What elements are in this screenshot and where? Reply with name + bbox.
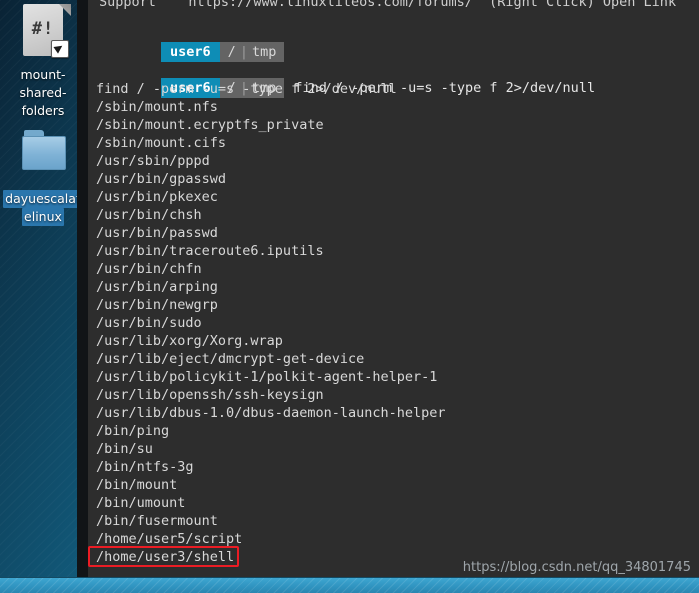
terminal-support-banner: Support https://www.linuxliteos.com/foru… (99, 0, 677, 10)
output-line: /usr/lib/openssh/ssh-keysign (96, 387, 324, 403)
output-line: /bin/ntfs-3g (96, 459, 194, 475)
desktop-icon-label-line1: dayuescalat (3, 190, 83, 208)
shell-prompt-3[interactable]: user6/|tmp (96, 562, 304, 578)
output-line: /sbin/mount.ecryptfs_private (96, 117, 324, 133)
output-line: /usr/bin/sudo (96, 315, 202, 331)
output-line: /usr/sbin/pppd (96, 153, 210, 169)
script-file-icon: #! (15, 4, 71, 62)
taskbar[interactable] (0, 577, 699, 593)
desktop-icon-dayuescalatelinux[interactable]: dayuescalat elinux (0, 128, 86, 226)
shortcut-arrow-icon (51, 40, 69, 58)
output-line: /usr/lib/xorg/Xorg.wrap (96, 333, 283, 349)
shell-prompt-2: user6/| tmp find / -perm -u=s -type f 2>/d… (96, 58, 595, 98)
echoed-command-line: find / -perm -u=s -type f 2>/dev/null (96, 81, 397, 97)
output-line: /bin/umount (96, 495, 186, 511)
output-line: /usr/bin/chsh (96, 207, 202, 223)
desktop-icon-label-line3: folders (21, 103, 65, 118)
desktop-icon-label-line1: mount- (20, 67, 66, 82)
output-line: /bin/mount (96, 477, 178, 493)
desktop-icon-label-line2: shared- (19, 85, 67, 100)
output-line: /usr/bin/traceroute6.iputils (96, 243, 324, 259)
output-line: /bin/ping (96, 423, 170, 439)
output-line: /usr/bin/newgrp (96, 297, 218, 313)
output-line: /usr/bin/pkexec (96, 189, 218, 205)
terminal-text-area[interactable]: Support https://www.linuxliteos.com/foru… (88, 0, 699, 578)
terminal-window[interactable]: Support https://www.linuxliteos.com/foru… (77, 0, 699, 578)
shell-prompt-1: user6/| tmp (96, 22, 285, 62)
output-line: /bin/fusermount (96, 513, 218, 529)
output-line: /usr/lib/policykit-1/polkit-agent-helper… (96, 369, 438, 385)
output-line: /sbin/mount.nfs (96, 99, 218, 115)
desktop-icon-label-line2: elinux (22, 208, 64, 226)
output-line: /bin/su (96, 441, 153, 457)
watermark-text: https://blog.csdn.net/qq_34801745 (462, 560, 691, 575)
output-line: /usr/bin/chfn (96, 261, 202, 277)
screen: #! mount- shared- folders dayuescalat el… (0, 0, 699, 593)
terminal-left-margin (77, 0, 88, 578)
output-line: /home/user5/script (96, 531, 243, 547)
output-line: /usr/lib/eject/dmcrypt-get-device (96, 351, 365, 367)
output-line: /usr/bin/arping (96, 279, 218, 295)
output-line: /usr/bin/gpasswd (96, 171, 227, 187)
folder-icon (15, 128, 71, 186)
desktop-icon-mount-shared-folders[interactable]: #! mount- shared- folders (0, 4, 86, 120)
output-line: /usr/lib/dbus-1.0/dbus-daemon-launch-hel… (96, 405, 446, 421)
output-line: /sbin/mount.cifs (96, 135, 227, 151)
shebang-glyph: #! (31, 19, 55, 39)
output-line: /usr/bin/passwd (96, 225, 218, 241)
